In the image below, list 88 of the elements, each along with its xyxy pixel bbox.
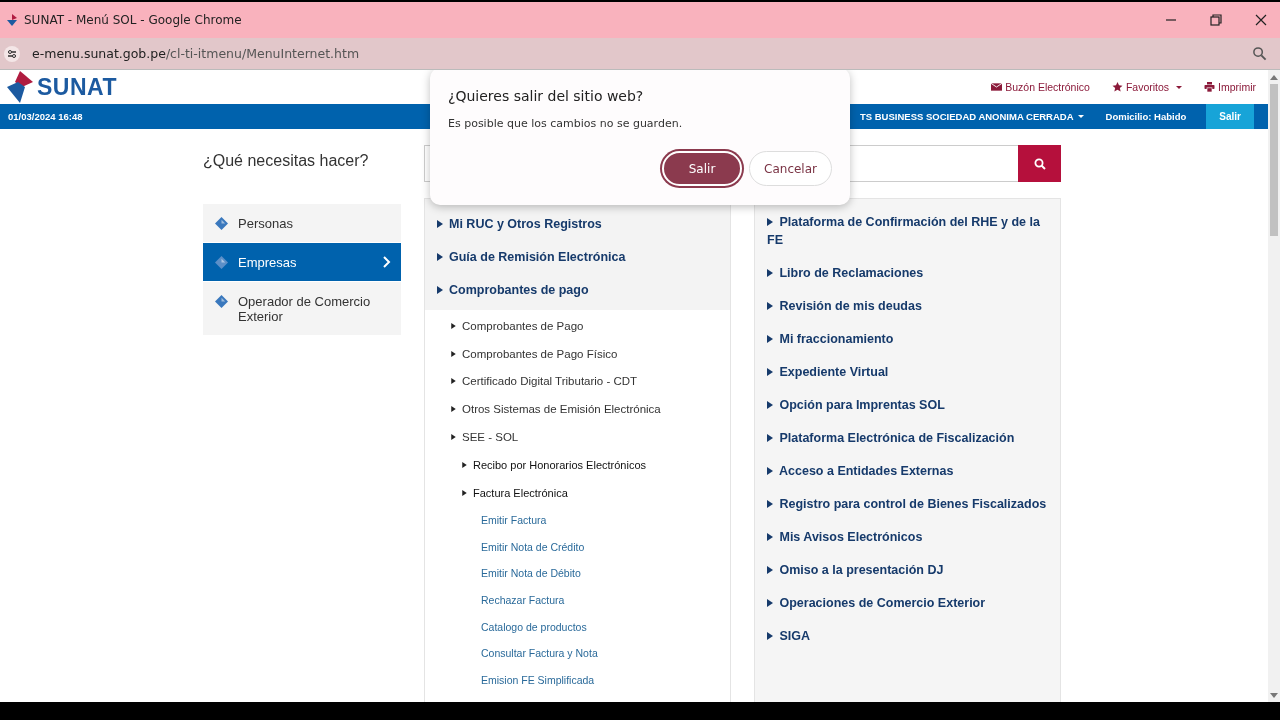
menu-item[interactable]: Expediente Virtual <box>767 357 1048 387</box>
triangle-icon <box>451 406 456 413</box>
close-icon[interactable] <box>1255 14 1267 26</box>
diamond-icon <box>215 217 228 230</box>
restore-icon[interactable] <box>1210 14 1222 26</box>
diamond-icon <box>215 256 228 269</box>
printer-icon <box>1204 82 1216 92</box>
menu-item[interactable]: Comprobantes de Pago <box>425 312 730 340</box>
sidebar-item[interactable]: Empresas <box>203 243 401 282</box>
header-link[interactable]: Buzón Electrónico <box>991 81 1090 93</box>
logo-text: SUNAT <box>37 73 117 101</box>
menu-item[interactable]: Factura Electrónica <box>425 478 730 507</box>
menu-item[interactable]: Acceso a Entidades Externas <box>767 456 1048 486</box>
site-settings-icon[interactable] <box>4 45 20 62</box>
sidebar-item[interactable]: Operador de Comercio Exterior <box>203 282 401 336</box>
company-menu[interactable]: TS BUSINESS SOCIEDAD ANONIMA CERRADA <box>859 111 1084 122</box>
menu-item[interactable]: Otros Sistemas de Emisión Electrónica <box>425 395 730 424</box>
url-text: e-menu.sunat.gob.pe/cl-ti-itmenu/MenuInternet.htm <box>32 46 360 61</box>
logo-icon <box>5 70 35 104</box>
triangle-icon <box>767 218 773 226</box>
header-link[interactable]: Imprimir <box>1204 81 1256 93</box>
menu-item[interactable]: Libro de Reclamaciones <box>767 258 1048 288</box>
triangle-icon <box>767 533 773 541</box>
triangle-icon <box>767 302 773 310</box>
menu-item[interactable]: Opción para Imprentas SOL <box>767 390 1048 420</box>
scroll-thumb[interactable] <box>1270 84 1278 236</box>
leave-button[interactable]: Salir <box>662 151 743 186</box>
triangle-icon <box>767 467 773 475</box>
triangle-icon <box>451 434 456 441</box>
date-time: 01/03/2024 16:48 <box>8 111 83 122</box>
dialog-title: ¿Quieres salir del sitio web? <box>448 88 645 104</box>
menu-item[interactable]: Plataforma de Confirmación del RHE y de la FE <box>767 207 1048 255</box>
triangle-icon <box>451 350 456 357</box>
logo-icon <box>5 13 19 27</box>
menu-item[interactable]: Recibo por Honorarios Electrónicos <box>425 451 730 479</box>
triangle-icon <box>437 252 443 261</box>
zoom-icon[interactable] <box>1252 46 1267 61</box>
triangle-icon <box>462 461 467 468</box>
menu-item[interactable]: Guía de Remisión Electrónica <box>425 240 730 273</box>
menu-item[interactable]: Registro para control de Bienes Fiscalizados <box>767 489 1048 519</box>
menu-item[interactable]: Plataforma Electrónica de Fiscalización <box>767 423 1048 453</box>
chevron-right-icon <box>383 256 391 268</box>
triangle-icon <box>767 335 773 343</box>
triangle-icon <box>767 632 773 640</box>
menu-item[interactable]: Comprobantes de pago <box>425 273 730 306</box>
triangle-icon <box>767 434 773 442</box>
triangle-icon <box>451 378 456 385</box>
menu-link[interactable]: Emision FE Simplificada <box>425 666 730 694</box>
envelope-icon <box>991 82 1003 92</box>
search-button[interactable] <box>1018 145 1061 182</box>
menu-item[interactable]: Mi fraccionamiento <box>767 324 1048 354</box>
menu-item[interactable]: SEE - SOL <box>425 423 730 451</box>
menu-item[interactable]: SIGA <box>767 621 1048 651</box>
scrollbar[interactable] <box>1268 70 1280 702</box>
dialog-message: Es posible que los cambios no se guarden. <box>448 117 684 130</box>
triangle-icon <box>451 322 456 329</box>
address-bar[interactable]: e-menu.sunat.gob.pe/cl-ti-itmenu/MenuInternet.htm <box>0 38 1280 70</box>
triangle-icon <box>767 401 773 409</box>
cancel-button[interactable]: Cancelar <box>749 151 832 186</box>
triangle-icon <box>767 500 773 508</box>
menu-link[interactable]: Catalogo de productos <box>425 613 730 640</box>
menu-item[interactable]: Revisión de mis deudas <box>767 291 1048 321</box>
triangle-icon <box>437 285 443 294</box>
menu-item[interactable]: Operaciones de Comercio Exterior <box>767 588 1048 618</box>
caret-icon <box>1176 85 1183 89</box>
star-icon <box>1111 82 1123 92</box>
diamond-icon <box>215 295 228 308</box>
header-link[interactable]: Favoritos <box>1111 81 1183 93</box>
triangle-icon <box>437 219 443 228</box>
triangle-icon <box>767 599 773 607</box>
triangle-icon <box>462 489 467 496</box>
menu-item[interactable]: Certificado Digital Tributario - CDT <box>425 367 730 396</box>
menu-link[interactable]: Consultar Factura y Nota <box>425 640 730 667</box>
menu-item[interactable]: Mi RUC y Otros Registros <box>425 207 730 240</box>
domicile-status: Domicilio: Habido <box>1105 111 1187 122</box>
question-heading: ¿Qué necesitas hacer? <box>203 152 370 171</box>
triangle-icon <box>767 368 773 376</box>
search-icon <box>1033 157 1046 170</box>
menu-link[interactable]: Rechazar Factura <box>425 586 730 614</box>
triangle-icon <box>767 269 773 277</box>
menu-item[interactable]: Omiso a la presentación DJ <box>767 555 1048 585</box>
menu-item[interactable]: Mis Avisos Electrónicos <box>767 522 1048 552</box>
menu-link[interactable]: Emitir Factura <box>425 506 730 534</box>
triangle-icon <box>767 566 773 574</box>
menu-link[interactable]: Emitir Nota de Débito <box>425 559 730 587</box>
menu-item[interactable]: Comprobantes de Pago Físico <box>425 339 730 368</box>
window-title: SUNAT - Menú SOL - Google Chrome <box>24 13 242 27</box>
menu-link[interactable]: Emitir Nota de Crédito <box>425 533 730 560</box>
